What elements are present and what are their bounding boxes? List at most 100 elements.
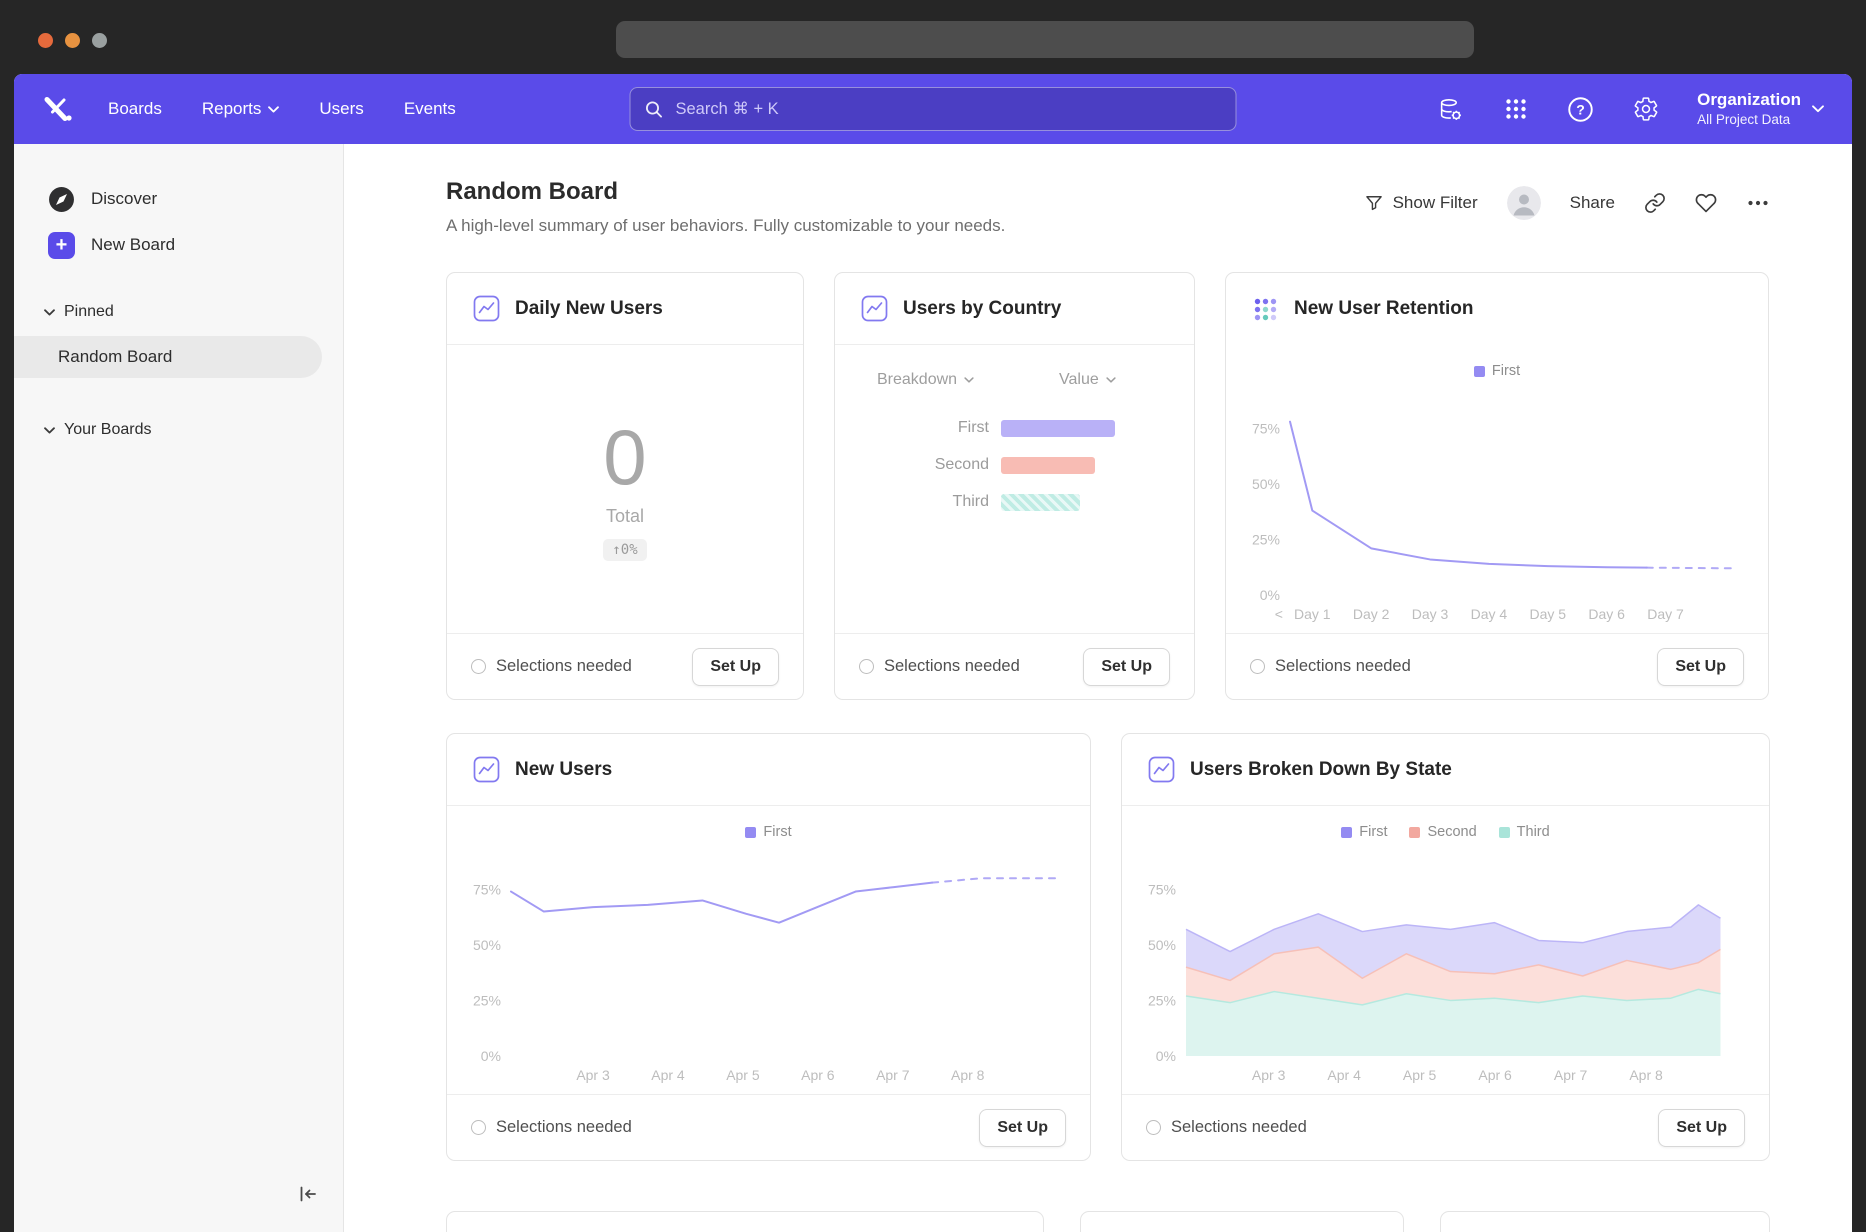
radio-circle-icon — [1250, 659, 1265, 674]
nav-item-users[interactable]: Users — [319, 99, 363, 119]
share-button[interactable]: Share — [1570, 193, 1615, 213]
card-title: Daily New Users — [515, 298, 663, 320]
line-chart-icon — [473, 295, 500, 322]
setup-button[interactable]: Set Up — [1658, 1109, 1745, 1147]
svg-text:Day 6: Day 6 — [1588, 606, 1625, 622]
breakdown-row: Second — [835, 456, 1194, 474]
sidebar-section-pinned[interactable]: Pinned — [14, 294, 343, 330]
breakdown-dropdown[interactable]: Breakdown — [877, 371, 974, 389]
browser-window: Boards Reports Users Events — [0, 0, 1866, 1232]
app-window: Boards Reports Users Events — [14, 74, 1852, 1232]
card-header: Users Broken Down By State — [1122, 734, 1769, 806]
card-status: Selections needed — [1250, 657, 1411, 676]
nav-item-events[interactable]: Events — [404, 99, 456, 119]
svg-text:25%: 25% — [1148, 992, 1176, 1008]
card-header: New Users — [447, 734, 1090, 806]
value-dropdown[interactable]: Value — [1059, 371, 1116, 389]
show-filter-button[interactable]: Show Filter — [1364, 193, 1478, 213]
metric-delta-badge: ↑0% — [603, 539, 646, 561]
sidebar-item-random-board[interactable]: Random Board — [14, 336, 322, 378]
page-title: Random Board — [446, 178, 1005, 206]
nav-item-reports[interactable]: Reports — [202, 99, 280, 119]
card-title: New Users — [515, 759, 612, 781]
setup-button[interactable]: Set Up — [692, 648, 779, 686]
more-options-icon[interactable] — [1746, 191, 1770, 215]
svg-text:75%: 75% — [1252, 420, 1280, 436]
breakdown-row: First — [835, 419, 1194, 437]
sidebar-item-discover[interactable]: Discover — [14, 176, 343, 222]
svg-text:Day 1: Day 1 — [1294, 606, 1331, 622]
card-users-by-state: Users Broken Down By State FirstSecondTh… — [1121, 733, 1770, 1161]
mixpanel-logo[interactable] — [42, 95, 74, 123]
card-header: New User Retention — [1226, 273, 1768, 345]
card-title: Users Broken Down By State — [1190, 759, 1452, 781]
settings-gear-icon[interactable] — [1632, 96, 1659, 123]
breakdown-label: Second — [835, 456, 1001, 474]
window-zoom-button[interactable] — [92, 33, 107, 48]
svg-text:<: < — [1275, 606, 1283, 622]
status-label: Selections needed — [1275, 657, 1411, 676]
chevron-down-icon — [1812, 105, 1824, 113]
favorite-heart-icon[interactable] — [1695, 192, 1717, 214]
svg-text:Apr 6: Apr 6 — [1478, 1067, 1512, 1083]
apps-grid-icon[interactable] — [1502, 96, 1529, 123]
dropdown-label: Value — [1059, 371, 1099, 389]
status-label: Selections needed — [1171, 1118, 1307, 1137]
filter-funnel-icon — [1364, 193, 1384, 213]
board-label: Random Board — [58, 347, 172, 367]
org-name: Organization — [1697, 90, 1801, 110]
section-label: Pinned — [64, 303, 114, 321]
setup-button[interactable]: Set Up — [1083, 648, 1170, 686]
card-status: Selections needed — [471, 1118, 632, 1137]
copy-link-icon[interactable] — [1644, 192, 1666, 214]
search-input[interactable] — [674, 99, 1222, 120]
board-actions: Show Filter Share — [1364, 186, 1770, 220]
window-minimize-button[interactable] — [65, 33, 80, 48]
sidebar-section-your-boards[interactable]: Your Boards — [14, 412, 343, 448]
svg-text:Apr 3: Apr 3 — [576, 1067, 610, 1083]
data-management-icon[interactable] — [1437, 96, 1464, 123]
browser-titlebar — [0, 0, 1866, 74]
top-nav: Boards Reports Users Events — [14, 74, 1852, 144]
nav-item-label: Events — [404, 99, 456, 119]
org-subtitle: All Project Data — [1697, 112, 1801, 128]
card-daily-new-users: Daily New Users 0 Total ↑0% Selections — [446, 272, 804, 700]
window-close-button[interactable] — [38, 33, 53, 48]
breakdown-rows: FirstSecondThird — [835, 419, 1194, 511]
radio-circle-icon — [1146, 1120, 1161, 1135]
svg-text:Apr 7: Apr 7 — [1554, 1067, 1588, 1083]
legend-swatch — [745, 827, 756, 838]
svg-text:Day 4: Day 4 — [1471, 606, 1508, 622]
svg-text:Apr 6: Apr 6 — [801, 1067, 835, 1083]
metric-caption: Total — [606, 506, 644, 527]
discover-compass-icon — [48, 186, 75, 213]
help-icon[interactable]: ? — [1567, 96, 1594, 123]
svg-text:Apr 4: Apr 4 — [1327, 1067, 1361, 1083]
line-chart-icon — [1148, 756, 1175, 783]
svg-text:50%: 50% — [473, 937, 501, 953]
org-switcher[interactable]: Organization All Project Data — [1697, 90, 1824, 127]
svg-text:Apr 3: Apr 3 — [1252, 1067, 1286, 1083]
nav-item-boards[interactable]: Boards — [108, 99, 162, 119]
browser-address-bar[interactable] — [616, 21, 1474, 58]
retention-chart: 75%50%25%0%<Day 1Day 2Day 3Day 4Day 5Day… — [1234, 383, 1754, 629]
nav-right: ? Organization All Project Data — [1437, 90, 1824, 127]
card-status: Selections needed — [471, 657, 632, 676]
status-label: Selections needed — [496, 657, 632, 676]
svg-text:Apr 5: Apr 5 — [1403, 1067, 1437, 1083]
sidebar-collapse-icon[interactable] — [297, 1183, 319, 1210]
svg-text:Apr 4: Apr 4 — [651, 1067, 685, 1083]
avatar[interactable] — [1507, 186, 1541, 220]
card-title: Users by Country — [903, 298, 1061, 320]
svg-text:0%: 0% — [481, 1048, 501, 1064]
radio-circle-icon — [471, 659, 486, 674]
legend-swatch — [1499, 827, 1510, 838]
nav-item-label: Reports — [202, 99, 262, 119]
setup-button[interactable]: Set Up — [979, 1109, 1066, 1147]
card-active-users: Active Users — [1440, 1211, 1770, 1232]
svg-text:0%: 0% — [1260, 587, 1280, 603]
global-search[interactable] — [630, 87, 1237, 131]
card-header: Stacked Line Graph — [447, 1212, 1043, 1232]
setup-button[interactable]: Set Up — [1657, 648, 1744, 686]
sidebar-item-new-board[interactable]: + New Board — [14, 222, 343, 268]
